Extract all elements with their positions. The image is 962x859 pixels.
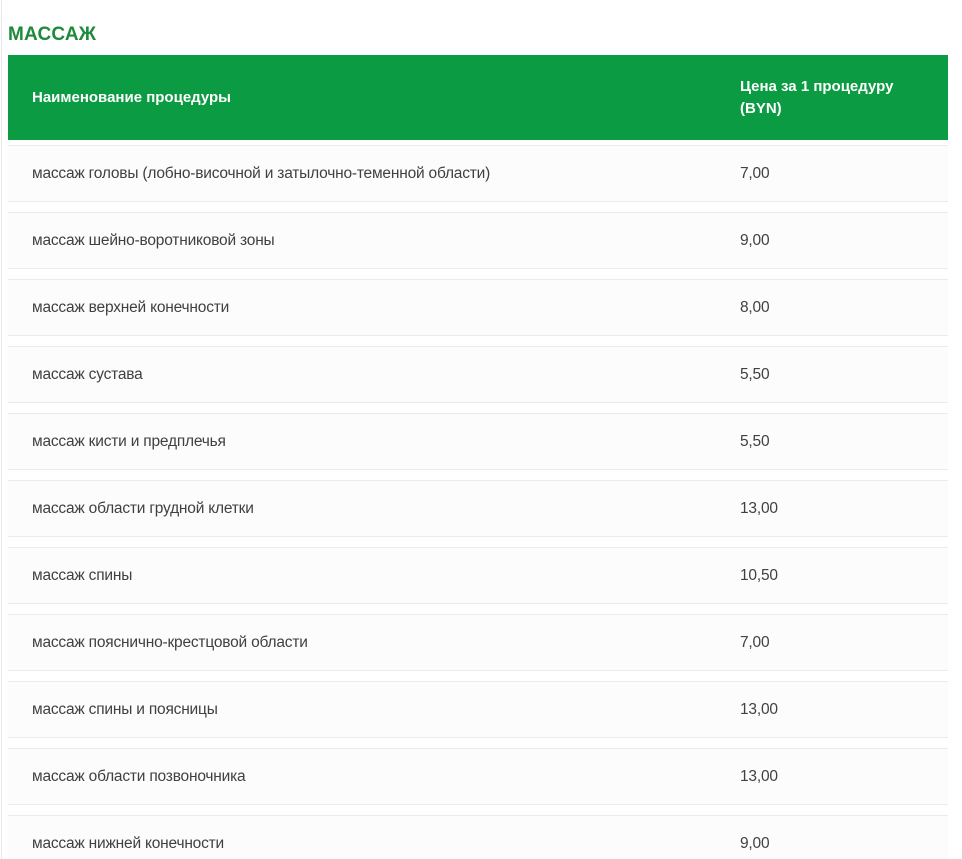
table-row: массаж сустава 5,50 xyxy=(8,346,948,403)
cell-price: 10,50 xyxy=(740,567,948,585)
cell-price: 7,00 xyxy=(740,634,948,652)
table-row: массаж нижней конечности 9,00 xyxy=(8,815,948,859)
cell-procedure-name: массаж кисти и предплечья xyxy=(8,433,740,451)
page-title: МАССАЖ xyxy=(8,25,96,45)
cell-procedure-name: массаж головы (лобно-височной и затылочн… xyxy=(8,165,740,183)
price-list-page: МАССАЖ Наименование процедуры Цена за 1 … xyxy=(0,0,962,859)
massage-price-table: Наименование процедуры Цена за 1 процеду… xyxy=(8,55,948,859)
cell-price: 13,00 xyxy=(740,500,948,518)
page-left-border xyxy=(1,0,2,859)
cell-price: 13,00 xyxy=(740,701,948,719)
cell-price: 13,00 xyxy=(740,768,948,786)
header-cell-procedure-name: Наименование процедуры xyxy=(8,87,740,109)
cell-price: 9,00 xyxy=(740,232,948,250)
table-body: массаж головы (лобно-височной и затылочн… xyxy=(8,145,948,859)
cell-price: 9,00 xyxy=(740,835,948,853)
cell-procedure-name: массаж области грудной клетки xyxy=(8,500,740,518)
table-row: массаж спины и поясницы 13,00 xyxy=(8,681,948,738)
table-row: массаж верхней конечности 8,00 xyxy=(8,279,948,336)
cell-procedure-name: массаж спины xyxy=(8,567,740,585)
cell-price: 5,50 xyxy=(740,366,948,384)
cell-price: 7,00 xyxy=(740,165,948,183)
header-cell-price: Цена за 1 процедуру (BYN) xyxy=(740,76,948,120)
table-row: массаж пояснично-крестцовой области 7,00 xyxy=(8,614,948,671)
table-row: массаж кисти и предплечья 5,50 xyxy=(8,413,948,470)
cell-procedure-name: массаж пояснично-крестцовой области xyxy=(8,634,740,652)
cell-procedure-name: массаж нижней конечности xyxy=(8,835,740,853)
cell-procedure-name: массаж области позвоночника xyxy=(8,768,740,786)
table-row: массаж спины 10,50 xyxy=(8,547,948,604)
cell-price: 5,50 xyxy=(740,433,948,451)
cell-procedure-name: массаж сустава xyxy=(8,366,740,384)
cell-procedure-name: массаж верхней конечности xyxy=(8,299,740,317)
cell-price: 8,00 xyxy=(740,299,948,317)
cell-procedure-name: массаж спины и поясницы xyxy=(8,701,740,719)
table-row: массаж головы (лобно-височной и затылочн… xyxy=(8,145,948,202)
table-header-row: Наименование процедуры Цена за 1 процеду… xyxy=(8,55,948,140)
table-row: массаж шейно-воротниковой зоны 9,00 xyxy=(8,212,948,269)
table-row: массаж области грудной клетки 13,00 xyxy=(8,480,948,537)
table-row: массаж области позвоночника 13,00 xyxy=(8,748,948,805)
cell-procedure-name: массаж шейно-воротниковой зоны xyxy=(8,232,740,250)
